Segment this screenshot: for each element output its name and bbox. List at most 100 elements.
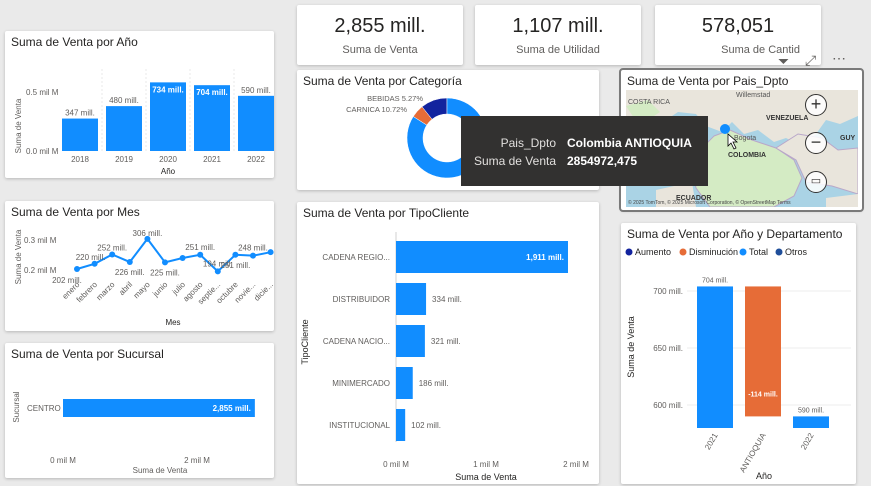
x-tick-label: 2022 xyxy=(247,155,265,164)
bar xyxy=(697,286,733,428)
y-axis-title: Suma de Venta xyxy=(626,316,636,378)
year-bar-chart: Suma de Venta 0.5 mil M 0.0 mil M Año 34… xyxy=(14,69,274,176)
data-point xyxy=(197,251,204,258)
data-point xyxy=(267,249,274,256)
y-tick-label: CADENA NACIO... xyxy=(323,337,390,346)
filter-icon[interactable]: ⏷ xyxy=(778,53,789,70)
x-axis-title: Suma de Venta xyxy=(455,472,517,482)
x-tick-label: 2022 xyxy=(799,431,816,451)
x-tick-label: junio xyxy=(150,280,169,299)
y-tick-label: 650 mill. xyxy=(653,344,683,353)
bar-data-label: 704 mill. xyxy=(196,88,228,97)
chart-venta-por-ano[interactable]: Suma de Venta por Año Suma de Venta 0.5 … xyxy=(5,31,274,178)
focus-mode-icon[interactable]: ⤢ xyxy=(805,52,816,69)
tooltip-value: 2854972,475 xyxy=(567,154,638,168)
x-tick-label: 2021 xyxy=(703,431,720,451)
tooltip-value: Colombia ANTIOQUIA xyxy=(567,136,692,150)
month-line-chart: Suma de Venta 0.3 mil M 0.2 mil M Mes 20… xyxy=(14,229,274,327)
kpi-card-venta[interactable]: 2,855 mill. Suma de Venta xyxy=(297,5,463,65)
x-tick-label: 2020 xyxy=(159,155,177,164)
kpi-card-cantidad[interactable]: 578,051 Suma de Cantid xyxy=(655,5,821,65)
kpi-value: 578,051 xyxy=(701,15,775,37)
data-point xyxy=(162,259,168,266)
bar xyxy=(396,325,425,357)
y-tick-label: 0.3 mil M xyxy=(24,236,57,245)
x-tick-label: mayo xyxy=(132,280,153,301)
bar xyxy=(396,409,406,441)
map-label-bogota: Bogota xyxy=(734,135,756,142)
legend-label-otros: Otros xyxy=(785,247,808,257)
chart-venta-por-ano-y-departamento[interactable]: Suma de Venta por Año y Departamento Aum… xyxy=(621,223,856,484)
y-tick-label: 0.0 mil M xyxy=(26,147,59,156)
point-data-label: 306 mill. xyxy=(133,229,163,238)
legend-marker-total xyxy=(739,248,747,256)
data-point xyxy=(74,266,80,272)
chart-venta-por-sucursal[interactable]: Suma de Venta por Sucursal Sucursal 0 mi… xyxy=(5,343,274,478)
zoom-out-icon[interactable]: − xyxy=(805,132,827,154)
kpi-card-utilidad[interactable]: 1,107 mill. Suma de Utilidad xyxy=(475,5,641,65)
bar xyxy=(396,283,427,315)
legend-label-total: Total xyxy=(749,247,768,257)
bar xyxy=(238,95,274,151)
x-tick-label: marzo xyxy=(95,280,117,302)
x-tick-label: 2 mil M xyxy=(184,456,210,465)
map-style-icon[interactable]: ▭ xyxy=(805,171,827,193)
tooltip-key: Suma de Venta xyxy=(473,154,556,168)
point-data-label: 220 mill. xyxy=(76,253,106,262)
point-data-label: 248 mill. xyxy=(238,244,268,253)
bar xyxy=(396,367,413,399)
zoom-in-icon[interactable]: + xyxy=(805,94,827,116)
y-tick-label: 0.2 mil M xyxy=(24,266,57,275)
point-data-label: 252 mill. xyxy=(97,244,127,253)
x-axis-title: Suma de Venta xyxy=(133,466,188,475)
data-point xyxy=(232,251,239,258)
chart-title: Suma de Venta por Pais_Dpto xyxy=(627,74,789,88)
x-tick-label: 2 mil M xyxy=(563,460,589,469)
y-axis-title: Suma de Venta xyxy=(14,98,23,153)
y-axis-title: TipoCliente xyxy=(300,319,310,364)
bar-data-label: 1,911 mill. xyxy=(526,253,564,262)
bar-data-label: 480 mill. xyxy=(109,96,139,105)
bar-data-label: 734 mill. xyxy=(152,85,184,94)
bar xyxy=(793,416,829,428)
map-label-venezuela: VENEZUELA xyxy=(766,115,808,122)
x-tick-label: 0 mil M xyxy=(50,456,76,465)
kpi-label: Suma de Utilidad xyxy=(516,44,600,56)
data-point xyxy=(179,254,186,261)
y-tick-label: 700 mill. xyxy=(653,287,683,296)
bar-data-label: 2,855 mill. xyxy=(213,404,251,413)
slice-data-label: CARNICA 10.72% xyxy=(346,105,407,114)
chart-venta-por-mes[interactable]: Suma de Venta por Mes Suma de Venta 0.3 … xyxy=(5,201,274,331)
map-label-guyana: GUY xyxy=(840,135,856,142)
x-axis-title: Año xyxy=(756,471,772,481)
legend-marker-otros xyxy=(775,248,783,256)
bar xyxy=(62,118,98,151)
chart-venta-por-tipocliente[interactable]: Suma de Venta por TipoCliente TipoClient… xyxy=(297,202,599,484)
bar-data-label: 186 mill. xyxy=(419,379,449,388)
point-data-label: 226 mill. xyxy=(115,268,145,277)
point-data-label: 251 mill. xyxy=(185,243,215,252)
kpi-value: 2,855 mill. xyxy=(334,15,426,37)
map-attribution: © 2025 TomTom, © 2025 Microsoft Corporat… xyxy=(628,199,791,206)
y-tick-label: 0.5 mil M xyxy=(26,88,59,97)
map-label-costa-rica: COSTA RICA xyxy=(628,99,670,106)
y-tick-label: DISTRIBUIDOR xyxy=(333,295,391,304)
y-axis-title: Suma de Venta xyxy=(14,229,23,284)
kpi-label: Suma de Venta xyxy=(342,44,418,56)
x-tick-label: 2018 xyxy=(71,155,89,164)
legend-label-disminucion: Disminución xyxy=(689,247,738,257)
x-axis-title: Año xyxy=(161,167,176,176)
x-tick-label: 1 mil M xyxy=(473,460,499,469)
x-axis-title: Mes xyxy=(165,318,180,327)
more-options-icon[interactable]: ⋯ xyxy=(832,50,846,67)
bar xyxy=(106,106,142,151)
map-bubble-antioquia[interactable] xyxy=(720,124,730,134)
y-axis-title: Sucursal xyxy=(12,391,21,422)
point-data-label: 251 mill. xyxy=(221,261,251,270)
map-label-colombia: COLOMBIA xyxy=(728,152,766,159)
legend-label-aumento: Aumento xyxy=(635,247,671,257)
bar-data-label: 590 mill. xyxy=(798,407,824,414)
y-tick-label: CENTRO xyxy=(27,404,61,413)
x-tick-label: dicie... xyxy=(252,280,274,303)
y-tick-label: INSTITUCIONAL xyxy=(329,421,390,430)
